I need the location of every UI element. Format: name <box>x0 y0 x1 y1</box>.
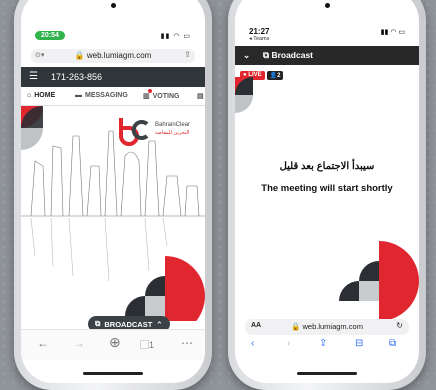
reload-icon[interactable]: ↻ <box>396 321 403 330</box>
logo-title: BahrainClear <box>155 122 190 128</box>
meeting-header: ☰ 171-263-856 <box>21 67 205 87</box>
tab-messaging-label: MESSAGING <box>85 92 128 99</box>
status-time: 20:54 <box>35 31 65 40</box>
browser-url-bar[interactable]: AA 🔒 web.lumiagm.com ↻ <box>245 319 409 335</box>
camera-dot <box>111 3 116 8</box>
left-phone-screen: 20:54 ▮▮ ◠ ▭ ⊙▾ 🔒 web.lumiagm.com ⇪ ☰ 17… <box>21 0 205 383</box>
forward-icon[interactable]: › <box>287 338 290 349</box>
home-indicator <box>297 372 357 375</box>
logo-arabic: البحرين للمقاصة <box>155 130 189 136</box>
home-icon: ⌂ <box>27 92 32 99</box>
broadcast-label: BROADCAST <box>104 319 153 329</box>
signal-wifi-battery-icon: ▮▮ ◠ ▭ <box>160 33 191 40</box>
right-phone-screen: 21:27 ◂ Teams ▮▮ ◠ ▭ ⌄ ⧉ Broadcast ● LIV… <box>235 0 419 383</box>
tab-voting[interactable]: ▥ VOTING <box>143 89 180 100</box>
safari-toolbar: ‹ › ⇪ ⊟ ⧉ <box>235 338 419 354</box>
tab-messaging[interactable]: ▬ MESSAGING <box>75 92 128 99</box>
meeting-id: 171-263-856 <box>51 72 103 82</box>
navigation-tabs: ⌂ HOME ▬ MESSAGING ▥ VOTING ▤ <box>21 87 205 106</box>
new-tab-icon[interactable]: ⊕ <box>109 334 121 351</box>
tab-home[interactable]: ⌂ HOME <box>27 92 55 99</box>
url-text: 🔒 web.lumiagm.com <box>291 322 363 331</box>
tabs-icon[interactable]: ⧉ <box>389 338 396 349</box>
status-bar: 20:54 ▮▮ ◠ ▭ <box>21 29 205 47</box>
right-phone: 21:27 ◂ Teams ▮▮ ◠ ▭ ⌄ ⧉ Broadcast ● LIV… <box>228 0 426 390</box>
url-value: web.lumiagm.com <box>302 322 363 331</box>
english-message: The meeting will start shortly <box>261 183 393 194</box>
arabic-message: سيبدأ الاجتماع بعد قليل <box>279 161 375 172</box>
back-to-app-link[interactable]: ◂ Teams <box>249 36 269 42</box>
chat-icon: ▬ <box>75 92 82 99</box>
back-icon[interactable]: ‹ <box>251 338 254 349</box>
hamburger-menu-icon[interactable]: ☰ <box>29 71 38 82</box>
document-icon[interactable]: ▤ <box>197 92 204 100</box>
signal-wifi-battery-icon: ▮▮ ◠ ▭ <box>380 29 405 36</box>
url-value: web.lumiagm.com <box>86 51 152 60</box>
cast-icon: ⧉ <box>95 319 101 328</box>
tab-voting-label: VOTING <box>152 92 180 100</box>
share-icon[interactable]: ⇪ <box>319 338 327 349</box>
broadcast-canvas: BahrainClear البحرين للمقاصة <box>21 106 205 321</box>
left-phone: 20:54 ▮▮ ◠ ▭ ⊙▾ 🔒 web.lumiagm.com ⇪ ☰ 17… <box>14 0 212 390</box>
holding-slide-art <box>235 77 419 321</box>
camera-dot <box>325 3 330 8</box>
share-icon[interactable]: ⇪ <box>184 50 191 59</box>
tab-home-label: HOME <box>34 92 56 99</box>
status-time: 21:27 <box>249 27 270 36</box>
url-text: 🔒 web.lumiagm.com <box>74 51 152 60</box>
more-icon[interactable]: ⋯ <box>181 336 193 350</box>
corner-shapes-bottom <box>125 256 205 321</box>
corner-shapes-top <box>235 77 253 113</box>
bookmarks-icon[interactable]: ⊟ <box>355 338 363 349</box>
voting-icon: ▥ <box>143 89 152 100</box>
corner-shapes-top <box>21 106 43 150</box>
back-icon[interactable]: ← <box>37 336 49 350</box>
tabs-icon[interactable]: ⃞1 <box>149 338 154 351</box>
bahrainclear-logo <box>119 118 149 146</box>
broadcast-title: ⧉ Broadcast <box>263 50 314 60</box>
forward-icon[interactable]: → <box>73 336 85 350</box>
chevron-down-icon[interactable]: ⌄ <box>243 50 250 61</box>
browser-url-bar[interactable]: ⊙▾ 🔒 web.lumiagm.com ⇪ <box>31 49 195 63</box>
browser-toolbar: ← → ⊕ ⃞1 ⋯ <box>21 329 205 360</box>
corner-shapes-bottom <box>339 241 419 321</box>
chevron-up-icon: ⌃ <box>156 319 163 329</box>
home-indicator <box>83 372 143 375</box>
skyline-artwork: BahrainClear البحرين للمقاصة <box>21 106 205 321</box>
broadcast-header: ⌄ ⧉ Broadcast <box>235 46 419 65</box>
header-title: Broadcast <box>271 50 314 60</box>
